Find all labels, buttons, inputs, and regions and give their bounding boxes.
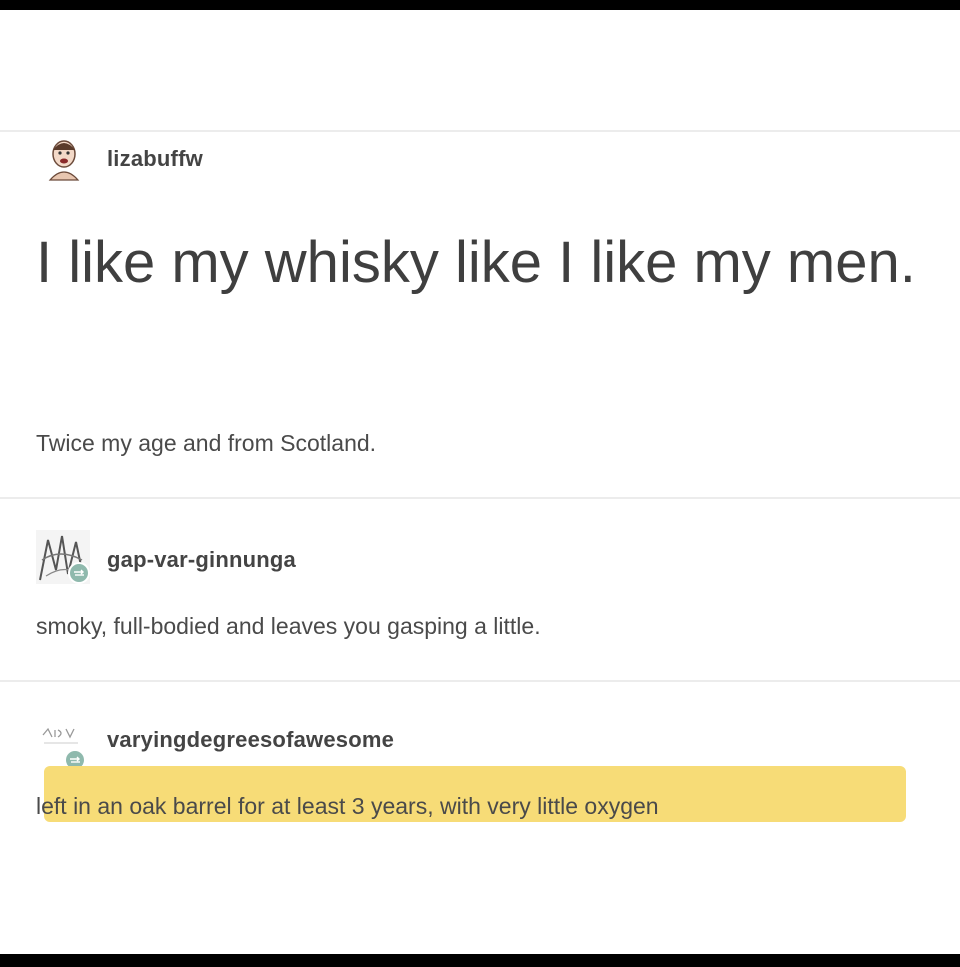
avatar-drawing-icon: [40, 134, 88, 182]
bottom-border: [0, 954, 960, 967]
post-title: I like my whisky like I like my men.: [36, 230, 916, 295]
post-username[interactable]: gap-var-ginnunga: [107, 547, 296, 573]
post-body: left in an oak barrel for at least 3 yea…: [36, 793, 659, 819]
post-username[interactable]: varyingdegreesofawesome: [107, 727, 394, 753]
divider-1: [0, 497, 960, 499]
top-border: [0, 0, 960, 10]
reblog-icon: [74, 569, 84, 576]
post-body: Twice my age and from Scotland.: [36, 430, 377, 456]
post-username[interactable]: lizabuffw: [107, 146, 203, 172]
divider-top: [0, 130, 960, 132]
reblog-badge: [68, 562, 90, 584]
avatar-lizabuffw[interactable]: [40, 134, 88, 182]
reblog-icon: [70, 756, 80, 763]
divider-2: [0, 680, 960, 682]
post-body: smoky, full-bodied and leaves you gaspin…: [36, 613, 541, 639]
